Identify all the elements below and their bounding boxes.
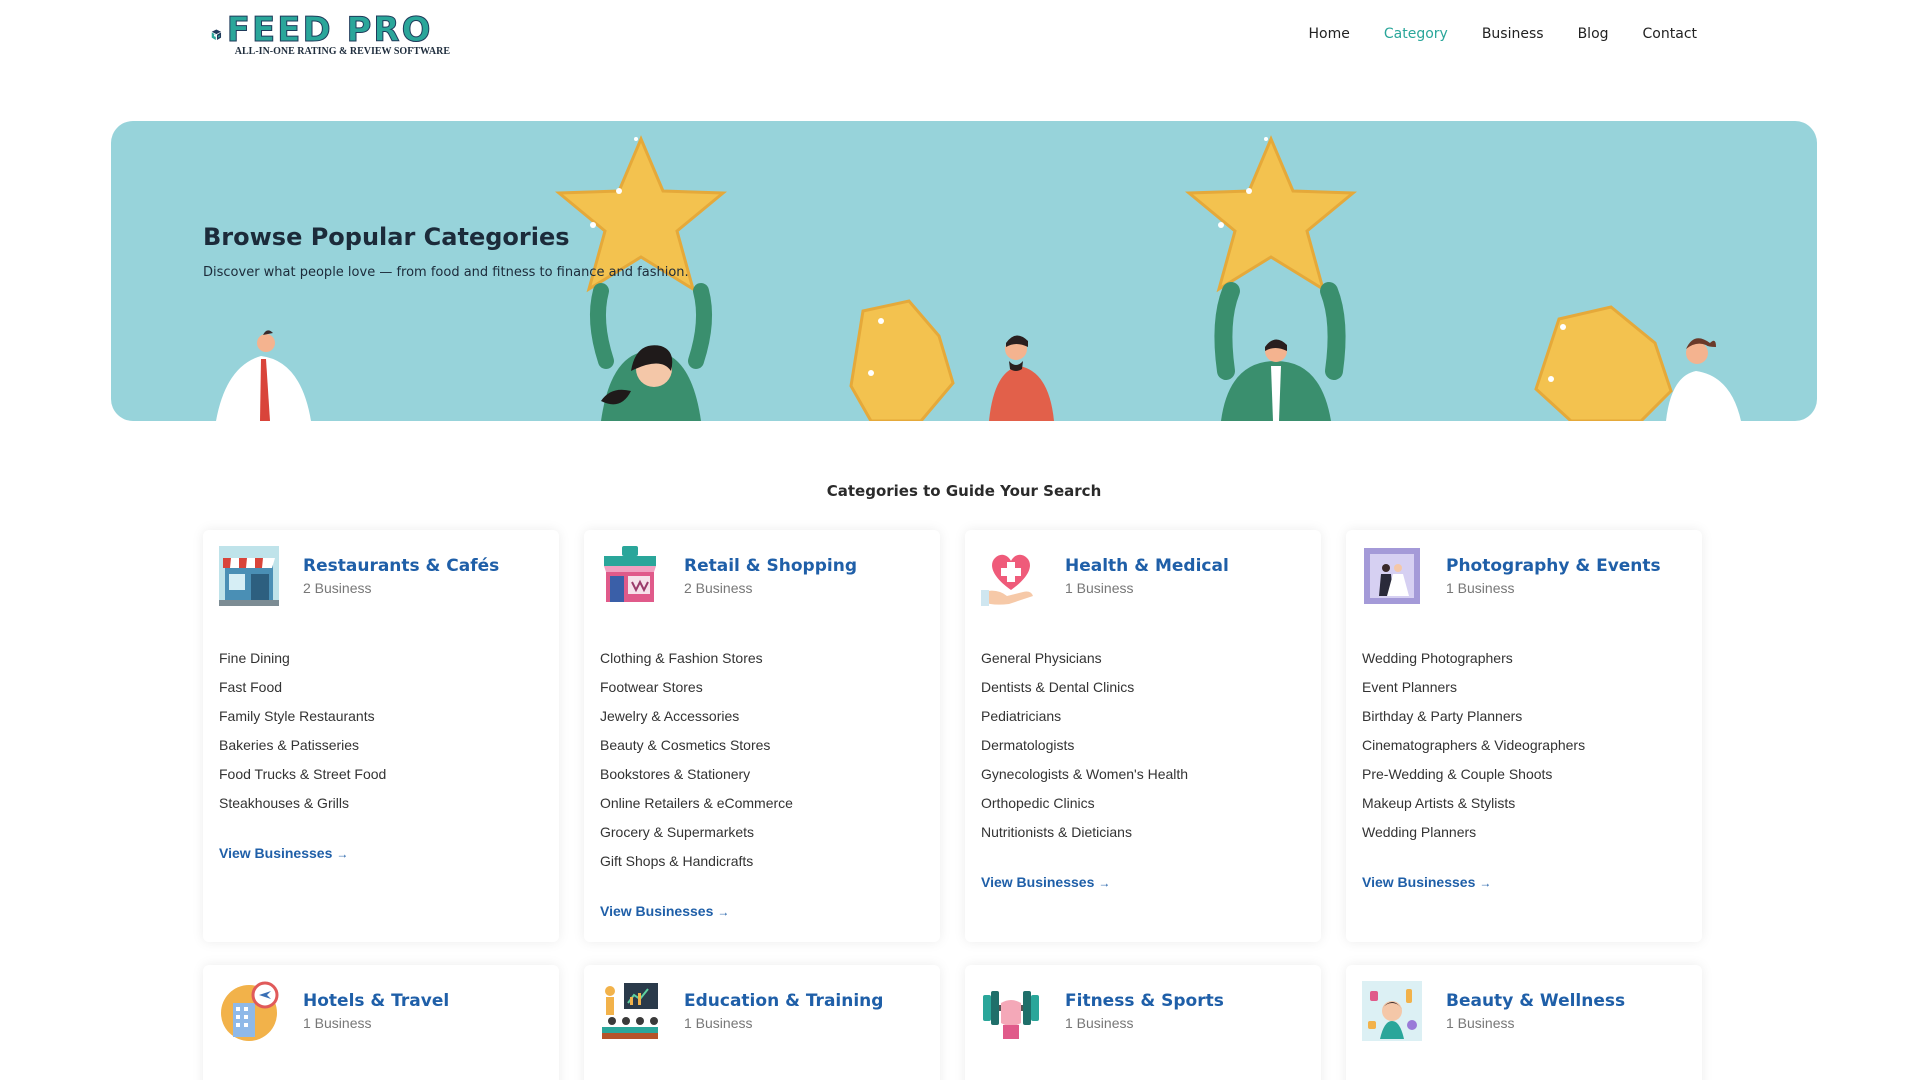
subcategory-item[interactable]: General Physicians	[981, 648, 1188, 677]
category-title[interactable]: Retail & Shopping	[684, 556, 857, 576]
subcategory-item[interactable]: Wedding Photographers	[1362, 648, 1585, 677]
subcategory-item[interactable]: Dentists & Dental Clinics	[981, 677, 1188, 706]
cube-logo-icon	[211, 29, 222, 40]
category-card-hotels: Hotels & Travel 1 Business	[203, 965, 559, 1080]
brand-tagline: ALL-IN-ONE RATING & REVIEW SOFTWARE	[234, 46, 450, 57]
person-left-illustration	[216, 330, 311, 421]
wedding-couple-icon	[1364, 548, 1420, 604]
subcategory-item[interactable]: Grocery & Supermarkets	[600, 822, 793, 851]
category-title[interactable]: Hotels & Travel	[303, 991, 449, 1011]
view-businesses-label: View Businesses	[1362, 874, 1476, 890]
subcategory-item[interactable]: Beauty & Cosmetics Stores	[600, 735, 793, 764]
nav-contact[interactable]: Contact	[1643, 26, 1697, 42]
arrow-right-icon: →	[1098, 876, 1111, 890]
business-count: 2 Business	[684, 580, 753, 596]
section-title: Categories to Guide Your Search	[826, 482, 1102, 500]
subcategory-list: Wedding Photographers Event Planners Bir…	[1362, 648, 1585, 851]
category-title[interactable]: Beauty & Wellness	[1446, 991, 1625, 1011]
category-card-beauty: Beauty & Wellness 1 Business	[1346, 965, 1702, 1080]
category-card-education: Education & Training 1 Business	[584, 965, 940, 1080]
subcategory-item[interactable]: Footwear Stores	[600, 677, 793, 706]
subcategory-list: General Physicians Dentists & Dental Cli…	[981, 648, 1188, 851]
subcategory-item[interactable]: Jewelry & Accessories	[600, 706, 793, 735]
site-header: FEED PRO ALL-IN-ONE RATING & REVIEW SOFT…	[0, 0, 1920, 72]
arrow-right-icon: →	[1479, 876, 1492, 890]
view-businesses-link[interactable]: View Businesses →	[219, 845, 348, 861]
nav-business[interactable]: Business	[1482, 26, 1544, 42]
nav-category[interactable]: Category	[1384, 26, 1448, 42]
subcategory-item[interactable]: Pediatricians	[981, 706, 1188, 735]
hero-banner: Browse Popular Categories Discover what …	[111, 121, 1817, 421]
dumbbell-icon	[983, 991, 1039, 1039]
subcategory-item[interactable]: Food Trucks & Street Food	[219, 764, 386, 793]
classroom-icon	[602, 983, 658, 1039]
hotel-plane-icon	[221, 981, 279, 1041]
business-count: 1 Business	[1446, 1015, 1515, 1031]
view-businesses-label: View Businesses	[600, 903, 714, 919]
subcategory-item[interactable]: Wedding Planners	[1362, 822, 1585, 851]
person-behind-star-4	[1534, 305, 1741, 421]
subcategory-item[interactable]: Birthday & Party Planners	[1362, 706, 1585, 735]
hero-title: Browse Popular Categories	[203, 223, 570, 251]
subcategory-item[interactable]: Online Retailers & eCommerce	[600, 793, 793, 822]
category-card-health: Health & Medical 1 Business General Phys…	[965, 530, 1321, 942]
view-businesses-label: View Businesses	[219, 845, 333, 861]
subcategory-list: Fine Dining Fast Food Family Style Resta…	[219, 648, 386, 822]
heart-hand-icon	[981, 554, 1033, 606]
view-businesses-link[interactable]: View Businesses →	[1362, 874, 1491, 890]
subcategory-item[interactable]: Dermatologists	[981, 735, 1188, 764]
person-holding-star-1	[554, 135, 728, 421]
restaurant-storefront-icon	[219, 546, 279, 606]
subcategory-item[interactable]: Cinematographers & Videographers	[1362, 735, 1585, 764]
subcategory-item[interactable]: Gynecologists & Women's Health	[981, 764, 1188, 793]
main-nav: Home Category Business Blog Contact	[1309, 26, 1697, 42]
category-title[interactable]: Photography & Events	[1446, 556, 1661, 576]
category-title[interactable]: Fitness & Sports	[1065, 991, 1224, 1011]
category-card-restaurants: Restaurants & Cafés 2 Business Fine Dini…	[203, 530, 559, 942]
beauty-products-icon	[1362, 981, 1422, 1041]
subcategory-item[interactable]: Event Planners	[1362, 677, 1585, 706]
category-card-photography: Photography & Events 1 Business Wedding …	[1346, 530, 1702, 942]
subcategory-item[interactable]: Family Style Restaurants	[219, 706, 386, 735]
arrow-right-icon: →	[336, 847, 349, 861]
business-count: 2 Business	[303, 580, 372, 596]
subcategory-item[interactable]: Nutritionists & Dieticians	[981, 822, 1188, 851]
subcategory-item[interactable]: Orthopedic Clinics	[981, 793, 1188, 822]
subcategory-item[interactable]: Clothing & Fashion Stores	[600, 648, 793, 677]
category-title[interactable]: Restaurants & Cafés	[303, 556, 499, 576]
arrow-right-icon: →	[717, 905, 730, 919]
subcategory-item[interactable]: Gift Shops & Handicrafts	[600, 851, 793, 880]
person-holding-star-3	[1184, 135, 1358, 421]
subcategory-item[interactable]: Fast Food	[219, 677, 386, 706]
view-businesses-link[interactable]: View Businesses →	[981, 874, 1110, 890]
view-businesses-link[interactable]: View Businesses →	[600, 903, 729, 919]
category-card-retail: Retail & Shopping 2 Business Clothing & …	[584, 530, 940, 942]
subcategory-item[interactable]: Bakeries & Patisseries	[219, 735, 386, 764]
sparkle-decorations	[590, 137, 1566, 382]
business-count: 1 Business	[1065, 1015, 1134, 1031]
business-count: 1 Business	[303, 1015, 372, 1031]
subcategory-item[interactable]: Fine Dining	[219, 648, 386, 677]
view-businesses-label: View Businesses	[981, 874, 1095, 890]
category-title[interactable]: Education & Training	[684, 991, 883, 1011]
category-card-fitness: Fitness & Sports 1 Business	[965, 965, 1321, 1080]
business-count: 1 Business	[1065, 580, 1134, 596]
subcategory-item[interactable]: Makeup Artists & Stylists	[1362, 793, 1585, 822]
subcategory-item[interactable]: Steakhouses & Grills	[219, 793, 386, 822]
brand-name: FEED PRO	[226, 10, 433, 50]
brand-logo[interactable]: FEED PRO ALL-IN-ONE RATING & REVIEW SOFT…	[210, 12, 450, 62]
category-title[interactable]: Health & Medical	[1065, 556, 1229, 576]
shop-icon	[604, 546, 656, 602]
subcategory-item[interactable]: Pre-Wedding & Couple Shoots	[1362, 764, 1585, 793]
business-count: 1 Business	[1446, 580, 1515, 596]
subcategory-item[interactable]: Bookstores & Stationery	[600, 764, 793, 793]
hero-subtitle: Discover what people love — from food an…	[203, 265, 689, 280]
subcategory-list: Clothing & Fashion Stores Footwear Store…	[600, 648, 793, 880]
nav-home[interactable]: Home	[1309, 26, 1350, 42]
business-count: 1 Business	[684, 1015, 753, 1031]
nav-blog[interactable]: Blog	[1578, 26, 1609, 42]
